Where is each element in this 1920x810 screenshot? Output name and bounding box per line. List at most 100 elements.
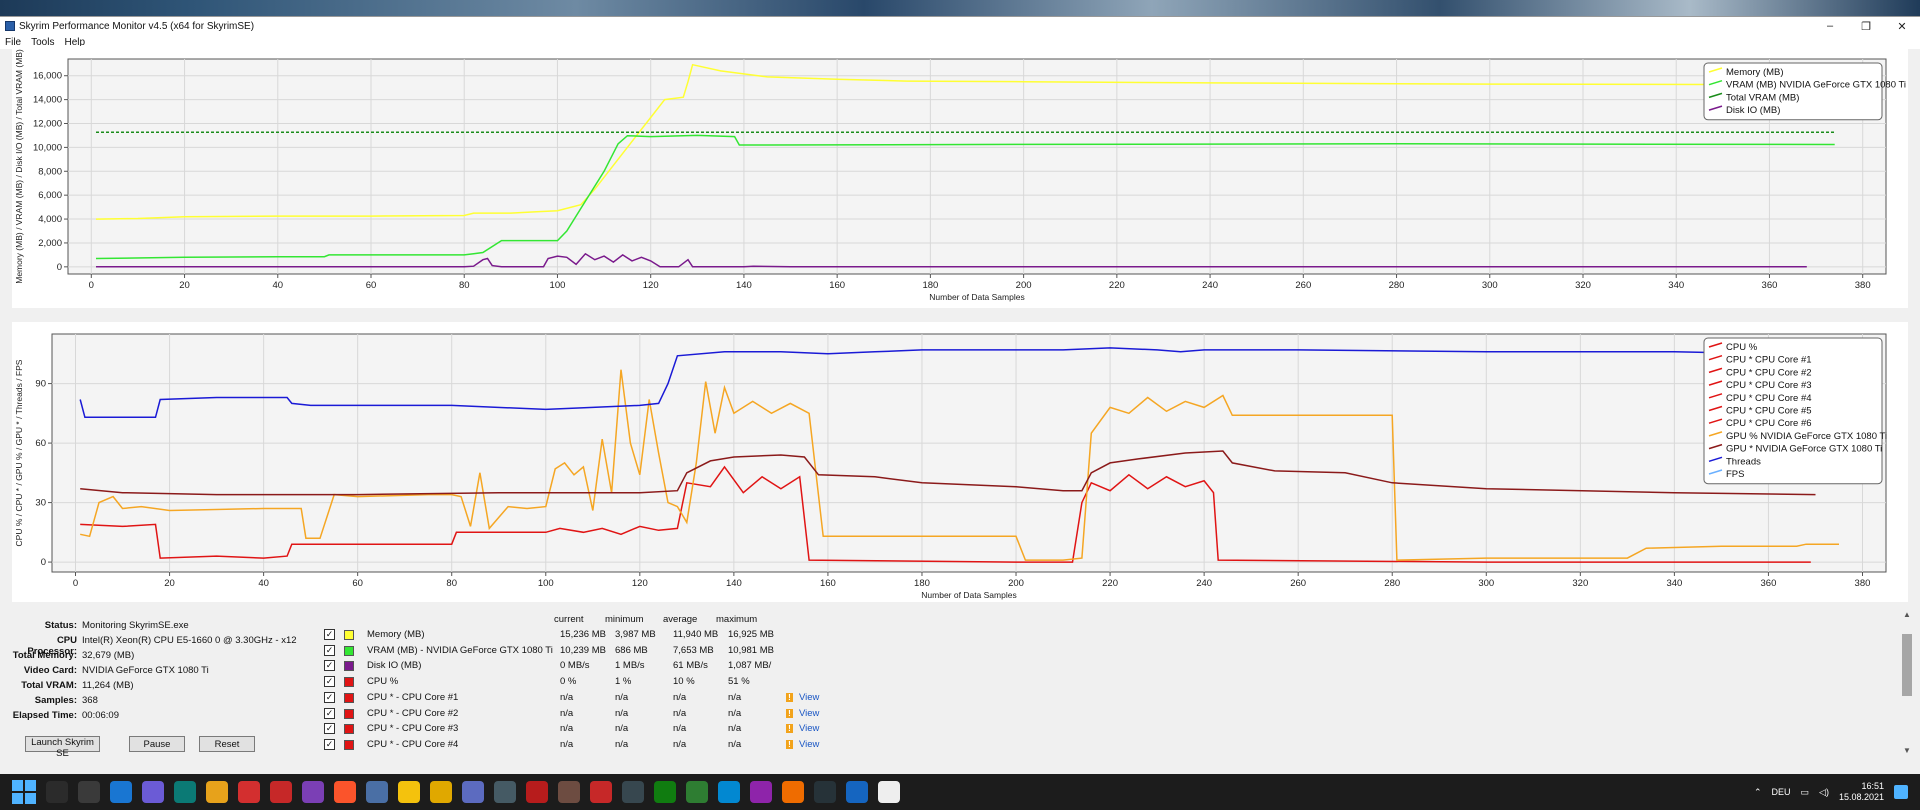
warning-icon: !	[786, 692, 793, 702]
metric-maximum: 10,981 MB	[728, 644, 774, 656]
start-icon[interactable]	[12, 780, 36, 804]
pause-button[interactable]: Pause	[129, 736, 185, 752]
launch-skyrim-button[interactable]: Launch Skyrim SE	[25, 736, 100, 759]
xbox-icon[interactable]	[654, 781, 676, 803]
samples-label: Samples:	[34, 695, 77, 706]
chrome-icon[interactable]	[206, 781, 228, 803]
x-tick-label: 60	[352, 578, 363, 589]
metric-color-swatch[interactable]	[344, 645, 354, 656]
chevron-up-icon[interactable]: ⌃	[1754, 787, 1762, 798]
x-tick-label: 320	[1575, 280, 1591, 291]
clock-date: 15.08.2021	[1838, 792, 1884, 802]
window-title: Skyrim Performance Monitor v4.5 (x64 for…	[19, 20, 255, 32]
x-tick-label: 20	[179, 280, 190, 291]
video-card-row: Video Card: NVIDIA GeForce GTX 1080 Ti	[12, 665, 209, 679]
search-icon[interactable]	[46, 781, 68, 803]
metric-checkbox[interactable]: ✓	[324, 629, 335, 640]
metric-minimum: n/a	[615, 738, 629, 750]
document-icon[interactable]	[462, 781, 484, 803]
mail-icon[interactable]	[782, 781, 804, 803]
metric-color-swatch[interactable]	[344, 661, 354, 672]
y-tick-label: 8,000	[38, 166, 62, 177]
opera-icon[interactable]	[270, 781, 292, 803]
calculator-icon[interactable]	[622, 781, 644, 803]
metric-name: VRAM (MB) - NVIDIA GeForce GTX 1080 Ti	[367, 644, 553, 656]
notification-icon[interactable]	[1894, 785, 1908, 799]
view-link[interactable]: ! View	[786, 739, 819, 750]
view-link[interactable]: ! View	[786, 708, 819, 719]
warning-icon: !	[786, 708, 793, 718]
metric-average: 11,940 MB	[673, 629, 719, 640]
steam-icon[interactable]	[814, 781, 836, 803]
tiles-icon[interactable]	[494, 781, 516, 803]
metric-color-swatch[interactable]	[344, 739, 354, 750]
metric-checkbox[interactable]: ✓	[324, 707, 335, 719]
metric-average: n/a	[673, 738, 687, 750]
skyrim-icon[interactable]	[878, 781, 900, 803]
elapsed-time-row: Elapsed Time: 00:06:09	[12, 710, 119, 724]
metric-color-swatch[interactable]	[344, 692, 354, 703]
header-minimum: minimum	[605, 614, 644, 625]
timer-icon[interactable]	[430, 781, 452, 803]
widgets-icon[interactable]	[110, 781, 132, 803]
task-view-icon[interactable]	[78, 781, 100, 803]
close-button[interactable]: ✕	[1884, 17, 1920, 35]
metric-checkbox[interactable]: ✓	[324, 644, 335, 656]
y-tick-label: 4,000	[38, 214, 62, 225]
status-value: Monitoring SkyrimSE.exe	[82, 620, 189, 631]
volume-icon[interactable]: ◁)	[1819, 787, 1829, 798]
metric-minimum: 1 %	[615, 676, 632, 688]
shield-icon[interactable]	[398, 781, 420, 803]
metric-row: ✓ Memory (MB) 15,236 MB 3,987 MB 11,940 MB 16…	[324, 628, 824, 642]
scroll-thumb[interactable]	[1902, 634, 1912, 696]
metric-name: Memory (MB)	[367, 629, 425, 640]
metric-name: CPU %	[367, 676, 399, 688]
brave-icon[interactable]	[334, 781, 356, 803]
metric-checkbox[interactable]: ✓	[324, 738, 335, 750]
metric-color-swatch[interactable]	[344, 724, 354, 735]
clock[interactable]: 16:51 15.08.2021	[1839, 781, 1884, 803]
metric-color-swatch[interactable]	[344, 630, 354, 640]
metric-maximum: n/a	[728, 723, 742, 735]
metric-checkbox[interactable]: ✓	[324, 691, 335, 703]
reset-button[interactable]: Reset	[199, 736, 255, 752]
notepad-icon[interactable]	[366, 781, 388, 803]
view-link[interactable]: ! View	[786, 723, 819, 734]
opera-gx-icon[interactable]	[238, 781, 260, 803]
tor-icon[interactable]	[302, 781, 324, 803]
metric-color-swatch[interactable]	[344, 708, 354, 719]
maximize-button[interactable]: ❐	[1848, 17, 1884, 35]
network-icon[interactable]: ▭	[1801, 787, 1810, 798]
metric-checkbox[interactable]: ✓	[324, 676, 335, 688]
game-icon[interactable]	[750, 781, 772, 803]
arrows-icon[interactable]	[686, 781, 708, 803]
metric-checkbox[interactable]: ✓	[324, 723, 335, 735]
tool-icon[interactable]	[558, 781, 580, 803]
metric-maximum: n/a	[728, 707, 742, 719]
monitor-icon[interactable]	[846, 781, 868, 803]
legend-label: CPU * CPU Core #1	[1726, 355, 1812, 366]
chat-icon[interactable]	[142, 781, 164, 803]
x-tick-label: 200	[1008, 578, 1024, 589]
record-icon[interactable]	[590, 781, 612, 803]
x-tick-label: 320	[1572, 578, 1588, 589]
metric-row: ✓ CPU % 0 % 1 % 10 % 51 %	[324, 675, 824, 689]
scroll-up-icon[interactable]: ▲	[1900, 610, 1914, 622]
metric-checkbox[interactable]: ✓	[324, 660, 335, 672]
minimize-button[interactable]: –	[1812, 17, 1848, 35]
metric-color-swatch[interactable]	[344, 677, 354, 688]
store-icon[interactable]	[174, 781, 196, 803]
x-tick-label: 40	[272, 280, 283, 291]
x-tick-label: 360	[1761, 578, 1777, 589]
paint-icon[interactable]	[718, 781, 740, 803]
language-indicator[interactable]: DEU	[1772, 787, 1791, 797]
metric-current: 15,236 MB	[560, 629, 606, 640]
scroll-down-icon[interactable]: ▼	[1900, 746, 1914, 758]
metric-row: ✓ CPU * - CPU Core #3 n/a n/a n/a n/a! View	[324, 722, 824, 736]
vertical-scrollbar[interactable]: ▲ ▼	[1900, 610, 1914, 758]
elapsed-time-label: Elapsed Time:	[12, 710, 77, 721]
obs-icon[interactable]	[526, 781, 548, 803]
view-link[interactable]: ! View	[786, 692, 819, 703]
metric-current: n/a	[560, 691, 574, 703]
x-tick-label: 140	[736, 280, 752, 291]
